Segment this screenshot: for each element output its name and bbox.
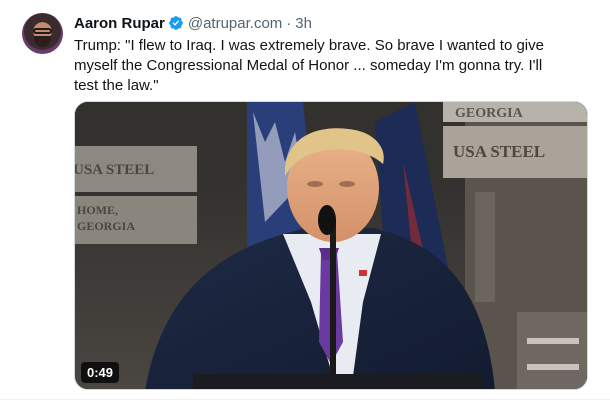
video-duration-badge: 0:49 <box>81 362 120 383</box>
post[interactable]: Aaron Rupar @atrupar.com · 3h Trump: "I … <box>0 0 610 400</box>
verified-badge-icon <box>169 16 183 30</box>
author-name[interactable]: Aaron Rupar <box>74 15 165 32</box>
video-player[interactable]: GEORGIA USA STEEL USA STEEL HOME, GEORGI… <box>74 101 588 390</box>
sign-usa-steel-left: USA STEEL <box>75 162 154 178</box>
author-handle[interactable]: @atrupar.com <box>188 15 282 32</box>
post-timestamp[interactable]: 3h <box>295 15 312 32</box>
video-frame: GEORGIA USA STEEL USA STEEL HOME, GEORGI… <box>75 102 587 389</box>
sign-usa-steel-right: USA STEEL <box>453 142 545 161</box>
avatar[interactable] <box>22 13 63 54</box>
sign-georgia-top: GEORGIA <box>455 106 524 121</box>
post-text: Trump: "I flew to Iraq. I was extremely … <box>74 37 544 94</box>
separator-dot: · <box>286 14 292 32</box>
post-header: Aaron Rupar @atrupar.com · 3h <box>74 13 312 33</box>
